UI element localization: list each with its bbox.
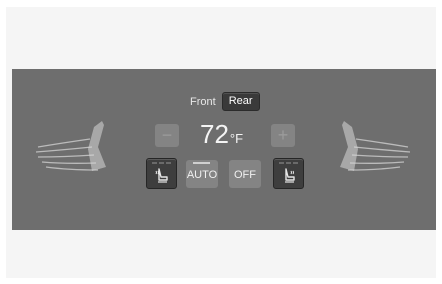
climate-control-panel: Front Rear − 72°F + AUTO OFF [12,69,436,230]
auto-button[interactable]: AUTO [186,160,218,188]
plus-icon: + [277,125,289,145]
temperature-unit: °F [229,131,244,146]
off-label: OFF [234,169,256,181]
left-seat-heater-button[interactable] [146,158,177,189]
left-seat-airflow-icon [35,121,106,171]
temperature-display: 72°F [200,119,243,154]
temperature-decrease-button[interactable]: − [155,124,179,147]
heat-level-indicator [152,162,171,164]
auto-indicator [193,162,210,164]
right-seat-airflow-icon [340,121,411,171]
temperature-value: 72 [200,119,229,149]
seat-heater-left-icon [155,168,168,183]
seat-heater-right-icon [285,168,295,183]
minus-icon: − [161,125,173,145]
front-zone-tab[interactable]: Front [190,93,222,111]
zone-toggle: Front Rear [190,92,260,111]
temperature-increase-button[interactable]: + [271,124,295,147]
heat-level-indicator [279,162,298,164]
rear-zone-tab[interactable]: Rear [221,92,260,111]
right-seat-heater-button[interactable] [273,158,304,189]
off-button[interactable]: OFF [229,160,261,188]
auto-label: AUTO [186,169,218,181]
